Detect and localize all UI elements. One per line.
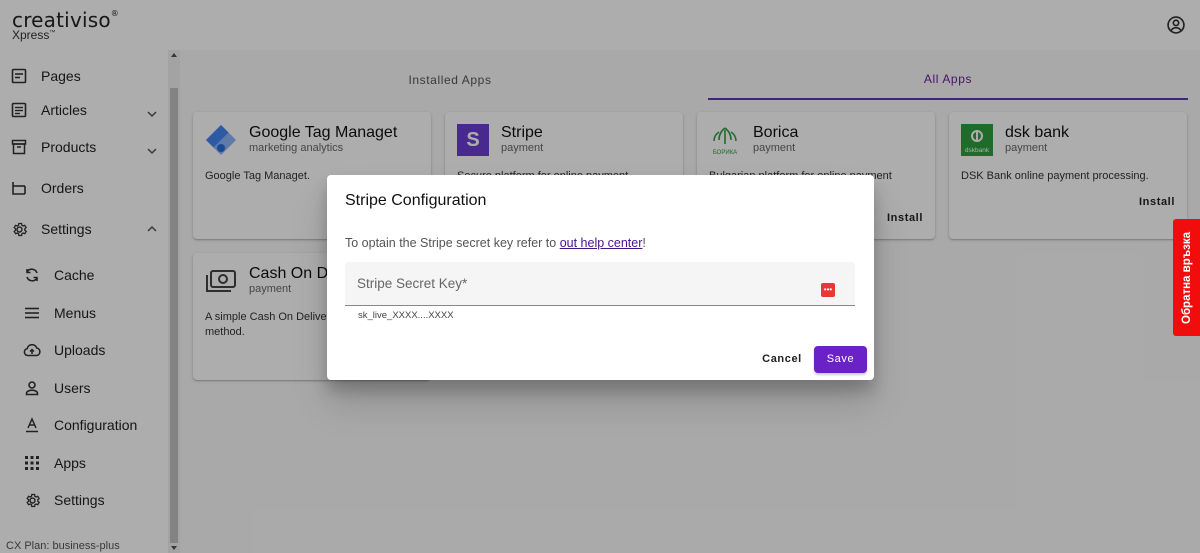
cancel-button[interactable]: Cancel bbox=[756, 349, 808, 369]
help-text-suffix: ! bbox=[642, 236, 646, 250]
feedback-tab[interactable]: Обратна връзка bbox=[1173, 219, 1200, 336]
secret-key-input[interactable] bbox=[357, 282, 817, 302]
password-manager-icon[interactable]: ••• bbox=[821, 283, 835, 297]
secret-key-field[interactable]: Stripe Secret Key* ••• bbox=[345, 262, 855, 306]
secret-key-hint: sk_live_XXXX....XXXX bbox=[358, 310, 454, 321]
help-center-link[interactable]: out help center bbox=[560, 236, 643, 250]
feedback-label: Обратна връзка bbox=[1180, 231, 1193, 324]
help-text-prefix: To optain the Stripe secret key refer to bbox=[345, 236, 560, 250]
dialog-help-text: To optain the Stripe secret key refer to… bbox=[345, 236, 646, 250]
save-button[interactable]: Save bbox=[814, 346, 867, 373]
stripe-config-dialog: Stripe Configuration To optain the Strip… bbox=[327, 175, 874, 380]
dialog-title: Stripe Configuration bbox=[345, 192, 487, 209]
